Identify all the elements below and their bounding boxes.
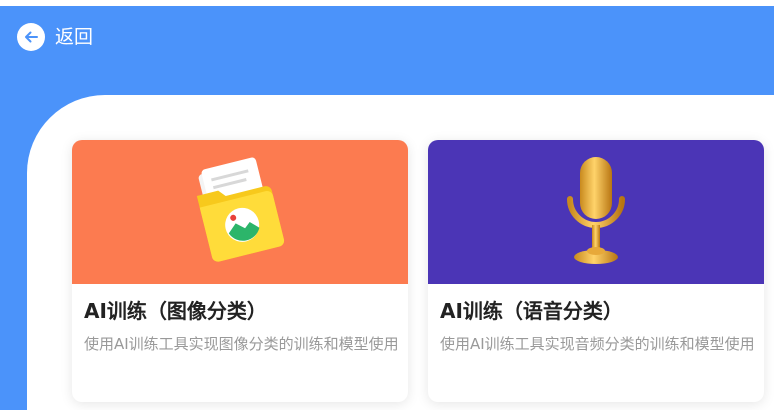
microphone-icon [567, 157, 625, 264]
back-button[interactable]: 返回 [17, 22, 93, 52]
card-title: AI训练（语音分类） [440, 299, 623, 323]
card-image-classification[interactable]: AI训练（图像分类） 使用AI训练工具实现图像分类的训练和模型使用 [72, 140, 408, 402]
card-description: 使用AI训练工具实现音频分类的训练和模型使用 [440, 335, 755, 353]
card-banner [428, 140, 764, 284]
card-audio-classification[interactable]: AI训练（语音分类） 使用AI训练工具实现音频分类的训练和模型使用 [428, 140, 764, 402]
card-title: AI训练（图像分类） [84, 299, 267, 323]
card-description: 使用AI训练工具实现图像分类的训练和模型使用 [84, 335, 399, 353]
back-arrow-icon [17, 23, 45, 51]
card-banner [72, 140, 408, 284]
back-label: 返回 [55, 26, 94, 48]
top-strip [0, 0, 774, 6]
folder-image-icon [196, 157, 285, 262]
